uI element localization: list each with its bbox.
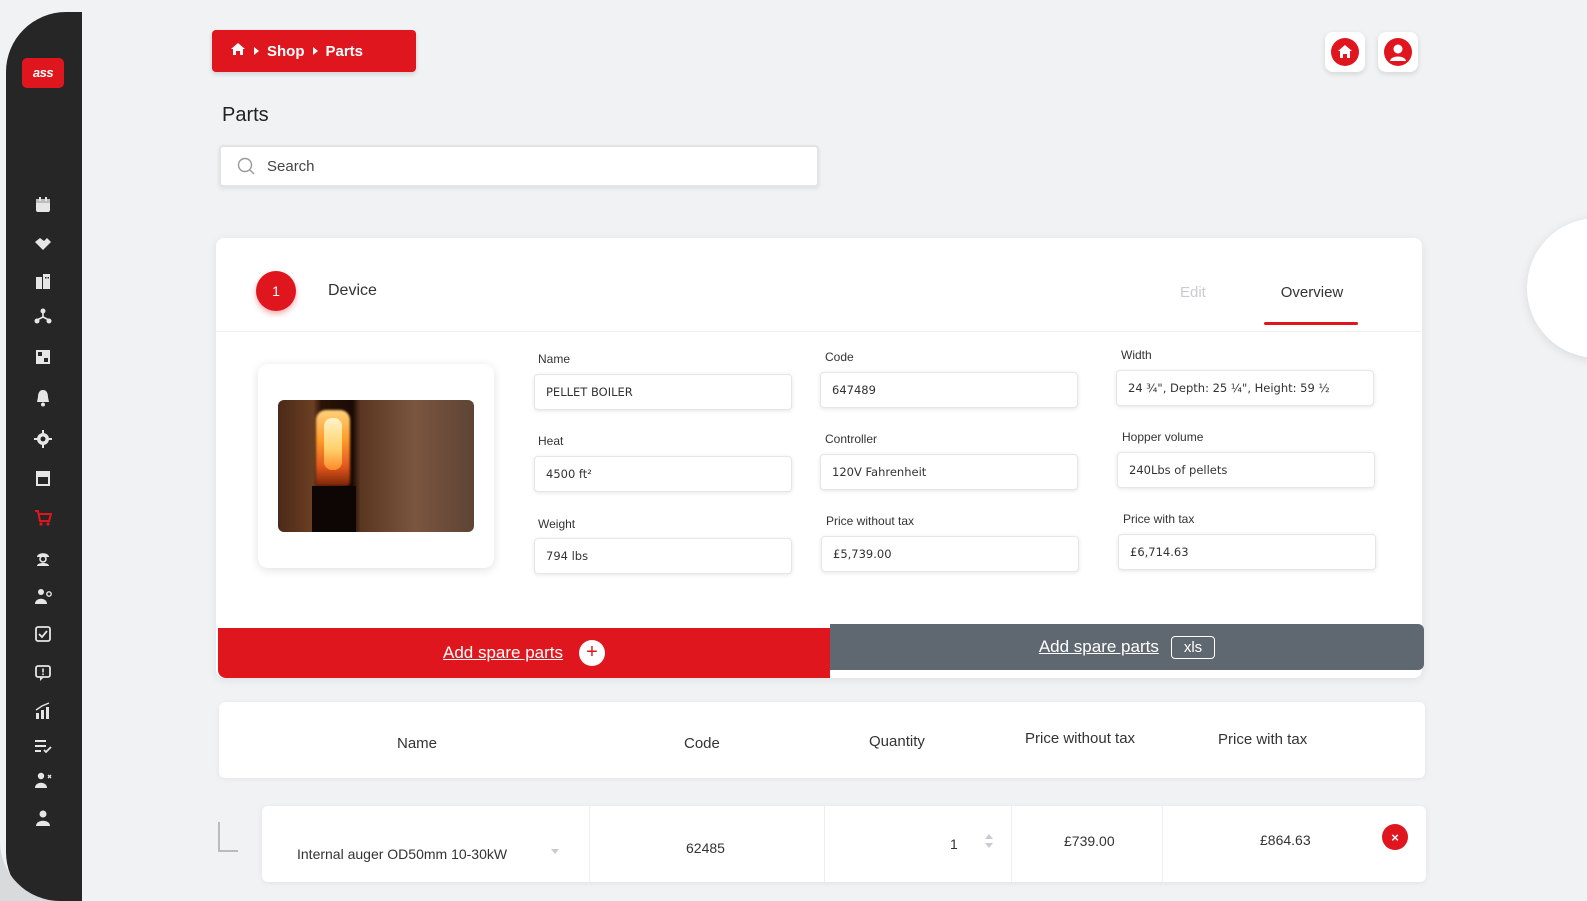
row-quantity: 1 [950,836,958,852]
sidebar-checklist-icon[interactable] [30,733,56,759]
tab-overview[interactable]: Overview [1264,284,1360,301]
sidebar-technician-icon[interactable] [30,545,56,571]
breadcrumb: Shop Parts [212,30,416,72]
breadcrumb-item-shop[interactable]: Shop [267,43,305,60]
weight-label: Weight [538,517,576,531]
row-name-select[interactable]: Internal auger OD50mm 10-30kW [297,816,547,892]
sidebar-buildings-icon[interactable] [30,268,56,294]
add-spare-parts-label: Add spare parts [442,643,563,662]
home-icon[interactable] [230,42,246,60]
device-card: 1 Device Edit Overview Name PELLET BOILE… [216,238,1422,678]
row-name: Internal auger OD50mm 10-30kW [297,846,508,862]
user-account-button[interactable] [1378,32,1418,72]
column-header-name: Name [397,735,438,752]
code-label: Code [825,350,854,364]
breadcrumb-separator-icon [254,47,259,55]
width-field[interactable]: 24 ¾", Depth: 25 ¼", Height: 59 ½ [1116,370,1374,406]
step-label: Device [328,282,377,299]
hopper-volume-field[interactable]: 240Lbs of pellets [1117,452,1375,488]
column-header-price-with-tax: Price with tax [1218,731,1308,748]
quantity-stepper[interactable]: 1 [950,806,958,882]
heat-label: Heat [538,434,564,448]
price-without-tax-label: Price without tax [826,514,915,528]
price-with-tax-label: Price with tax [1123,512,1195,526]
column-header-code: Code [684,735,720,752]
name-field[interactable]: PELLET BOILER [534,374,792,410]
sidebar-feedback-icon[interactable] [30,660,56,686]
column-header-price-without-tax: Price without tax [1025,730,1136,747]
sidebar-user-settings-icon[interactable] [30,583,56,609]
row-code: 62485 [686,840,725,856]
add-spare-parts-xls-button[interactable]: Add spare parts xls [830,624,1424,670]
row-price-with-tax: £864.63 [1260,832,1311,848]
delete-row-button[interactable]: × [1382,824,1408,850]
app-screen: ass Shop Parts Parts Search 1 Device Edi… [0,0,1587,901]
stepper-arrows-icon[interactable] [984,833,994,849]
add-spare-parts-button[interactable]: Add spare parts + [218,628,830,678]
sidebar-gear-icon[interactable] [30,426,56,452]
page-title: Parts [222,104,269,126]
sidebar-analytics-icon[interactable] [30,698,56,724]
price-without-tax-field[interactable]: £5,739.00 [821,536,1079,572]
width-label: Width [1121,348,1152,362]
sidebar-bell-icon[interactable] [30,385,56,411]
close-icon: × [1391,829,1399,845]
controller-field[interactable]: 120V Fahrenheit [820,454,1078,490]
step-number-badge: 1 [256,271,296,311]
user-icon [1384,38,1412,66]
device-image [278,400,474,532]
sidebar-checkbox-icon[interactable] [30,621,56,647]
sidebar: ass [6,12,82,901]
controller-label: Controller [825,432,878,446]
parts-table-header: Name Code Quantity Price without tax Pri… [219,702,1425,778]
column-header-quantity: Quantity [869,733,925,750]
home-icon [1331,38,1359,66]
row-tree-connector [218,822,238,852]
code-field[interactable]: 647489 [820,372,1078,408]
search-icon [237,157,255,175]
hopper-volume-label: Hopper volume [1122,430,1204,444]
device-card-header: 1 Device Edit Overview [216,238,1422,332]
plus-icon: + [579,640,605,666]
active-tab-indicator [1264,322,1358,325]
side-panel-edge [1527,218,1587,358]
heat-field[interactable]: 4500 ft² [534,456,792,492]
sidebar-store-icon[interactable] [30,465,56,491]
add-spare-parts-xls-label: Add spare parts [1038,637,1159,656]
tab-edit[interactable]: Edit [1180,284,1206,301]
chevron-down-icon[interactable] [550,848,560,855]
breadcrumb-separator-icon [312,47,318,55]
sidebar-network-icon[interactable] [30,303,56,329]
sidebar-calendar-icon[interactable] [30,192,56,218]
sidebar-profile-icon[interactable] [30,805,56,831]
sidebar-user-admin-icon[interactable] [30,767,56,793]
breadcrumb-item-parts[interactable]: Parts [326,43,364,60]
price-with-tax-field[interactable]: £6,714.63 [1118,534,1376,570]
weight-field[interactable]: 794 lbs [534,538,792,574]
row-price-without-tax: £739.00 [1064,833,1115,849]
device-image-frame [258,364,494,568]
sidebar-handshake-icon[interactable] [30,231,56,257]
brand-logo[interactable]: ass [22,58,64,88]
table-row: Internal auger OD50mm 10-30kW 62485 1 £7… [262,806,1426,882]
home-button[interactable] [1325,32,1365,72]
search-placeholder: Search [267,157,315,175]
sidebar-warehouse-icon[interactable] [30,344,56,370]
search-input[interactable]: Search [219,145,819,187]
name-label: Name [538,352,571,366]
xls-badge: xls [1170,635,1216,659]
sidebar-cart-icon[interactable] [30,505,56,531]
